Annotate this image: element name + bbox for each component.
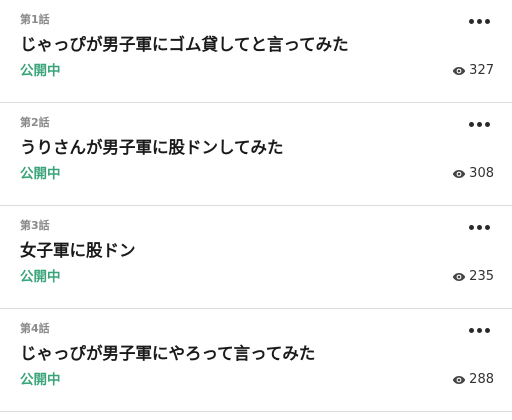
episode-title: じゃっぴが男子軍にゴム貸してと言ってみた <box>20 35 349 54</box>
view-count-value: 235 <box>469 269 494 284</box>
more-icon[interactable] <box>462 111 496 137</box>
eye-icon <box>452 273 466 281</box>
more-icon[interactable] <box>462 8 496 34</box>
episode-number: 第4話 <box>20 322 50 335</box>
episode-item-4[interactable]: 第4話 じゃっぴが男子軍にやろって言ってみた 公開中 288 <box>0 309 512 412</box>
episode-number: 第2話 <box>20 116 50 129</box>
episode-title: うりさんが男子軍に股ドンしてみた <box>20 138 284 157</box>
view-count: 308 <box>452 166 494 182</box>
episode-item-1[interactable]: 第1話 じゃっぴが男子軍にゴム貸してと言ってみた 公開中 327 <box>0 0 512 103</box>
eye-icon <box>452 376 466 384</box>
status-badge: 公開中 <box>20 63 61 79</box>
episode-number: 第1話 <box>20 13 50 26</box>
status-badge: 公開中 <box>20 166 61 182</box>
view-count-value: 288 <box>469 372 494 387</box>
episode-number: 第3話 <box>20 219 50 232</box>
more-icon[interactable] <box>462 214 496 240</box>
episode-item-2[interactable]: 第2話 うりさんが男子軍に股ドンしてみた 公開中 308 <box>0 103 512 206</box>
view-count-value: 327 <box>469 63 494 78</box>
eye-icon <box>452 170 466 178</box>
view-count: 327 <box>452 63 494 79</box>
view-count-value: 308 <box>469 166 494 181</box>
eye-icon <box>452 67 466 75</box>
episode-title: 女子軍に股ドン <box>20 241 136 260</box>
view-count: 235 <box>452 269 494 285</box>
episode-title: じゃっぴが男子軍にやろって言ってみた <box>20 344 316 363</box>
status-badge: 公開中 <box>20 372 61 388</box>
view-count: 288 <box>452 372 494 388</box>
episode-item-3[interactable]: 第3話 女子軍に股ドン 公開中 235 <box>0 206 512 309</box>
more-icon[interactable] <box>462 317 496 343</box>
status-badge: 公開中 <box>20 269 61 285</box>
episode-list: 第1話 じゃっぴが男子軍にゴム貸してと言ってみた 公開中 327 第2話 うりさ… <box>0 0 512 412</box>
